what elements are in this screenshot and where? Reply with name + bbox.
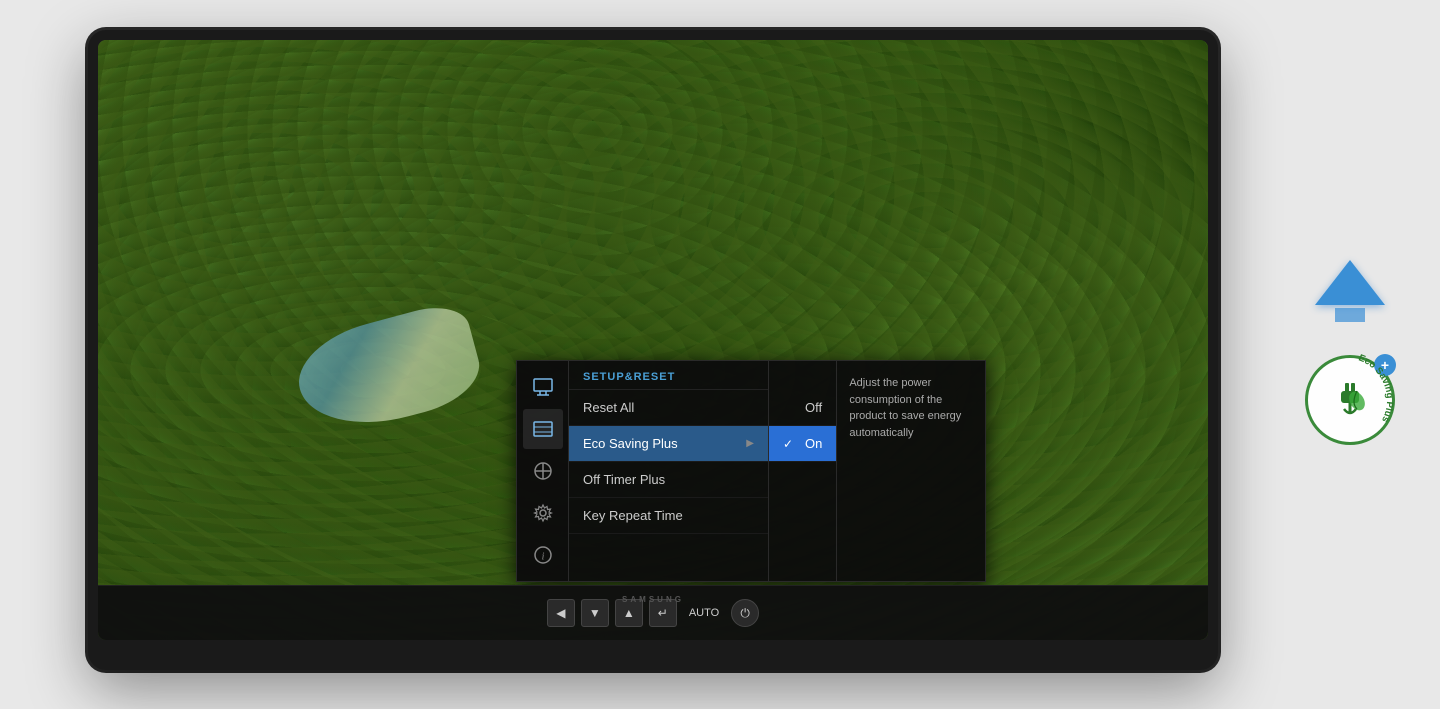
auto-button[interactable]: AUTO (683, 605, 725, 621)
osd-submenu: ✓ Off ✓ On (769, 361, 837, 581)
osd-item-off-timer-plus[interactable]: Off Timer Plus (569, 462, 768, 498)
right-graphics: + Eco Saving Plus (1300, 260, 1400, 450)
eco-saving-arrow: ▶ (746, 438, 754, 449)
osd-icon-picture[interactable] (523, 409, 563, 449)
osd-center-panel: SETUP&RESET Reset All Eco Saving Plus ▶ … (569, 361, 769, 581)
osd-info-panel: Adjust the power consumption of the prod… (837, 361, 985, 581)
samsung-brand: SAMSUNG (622, 595, 684, 604)
arrow-rect (1335, 308, 1365, 322)
osd-icon-settings[interactable] (523, 493, 563, 533)
tv-controls-bar: ◀ ▼ ▲ ↵ AUTO ⏻ (98, 585, 1208, 640)
up-arrow-graphic (1315, 260, 1385, 330)
osd-section-title: SETUP&RESET (569, 361, 768, 390)
osd-sub-off[interactable]: ✓ Off (769, 390, 836, 426)
tv-shell: i SETUP&RESET Reset All Eco Saving Plus … (88, 30, 1218, 670)
tv-screen: i SETUP&RESET Reset All Eco Saving Plus … (98, 40, 1208, 640)
nav-down-button[interactable]: ▼ (581, 599, 609, 627)
osd-menu: i SETUP&RESET Reset All Eco Saving Plus … (516, 360, 986, 582)
off-check: ✓ (783, 401, 797, 415)
osd-item-eco-saving-plus[interactable]: Eco Saving Plus ▶ (569, 426, 768, 462)
arrow-triangle (1315, 260, 1385, 305)
power-button[interactable]: ⏻ (731, 599, 759, 627)
eco-saving-logo: + Eco Saving Plus (1300, 350, 1400, 450)
nav-left-button[interactable]: ◀ (547, 599, 575, 627)
osd-icon-display[interactable] (523, 367, 563, 407)
osd-icon-position[interactable] (523, 451, 563, 491)
svg-text:i: i (541, 552, 544, 563)
svg-text:Eco Saving Plus: Eco Saving Plus (1357, 352, 1395, 423)
osd-icon-sidebar: i (517, 361, 569, 581)
osd-item-key-repeat-time[interactable]: Key Repeat Time (569, 498, 768, 534)
osd-info-text: Adjust the power consumption of the prod… (849, 375, 973, 441)
eco-text-svg: Eco Saving Plus (1285, 340, 1405, 460)
osd-sub-on[interactable]: ✓ On (769, 426, 836, 462)
on-check: ✓ (783, 437, 797, 451)
osd-icon-info[interactable]: i (523, 535, 563, 575)
osd-item-reset-all[interactable]: Reset All (569, 390, 768, 426)
